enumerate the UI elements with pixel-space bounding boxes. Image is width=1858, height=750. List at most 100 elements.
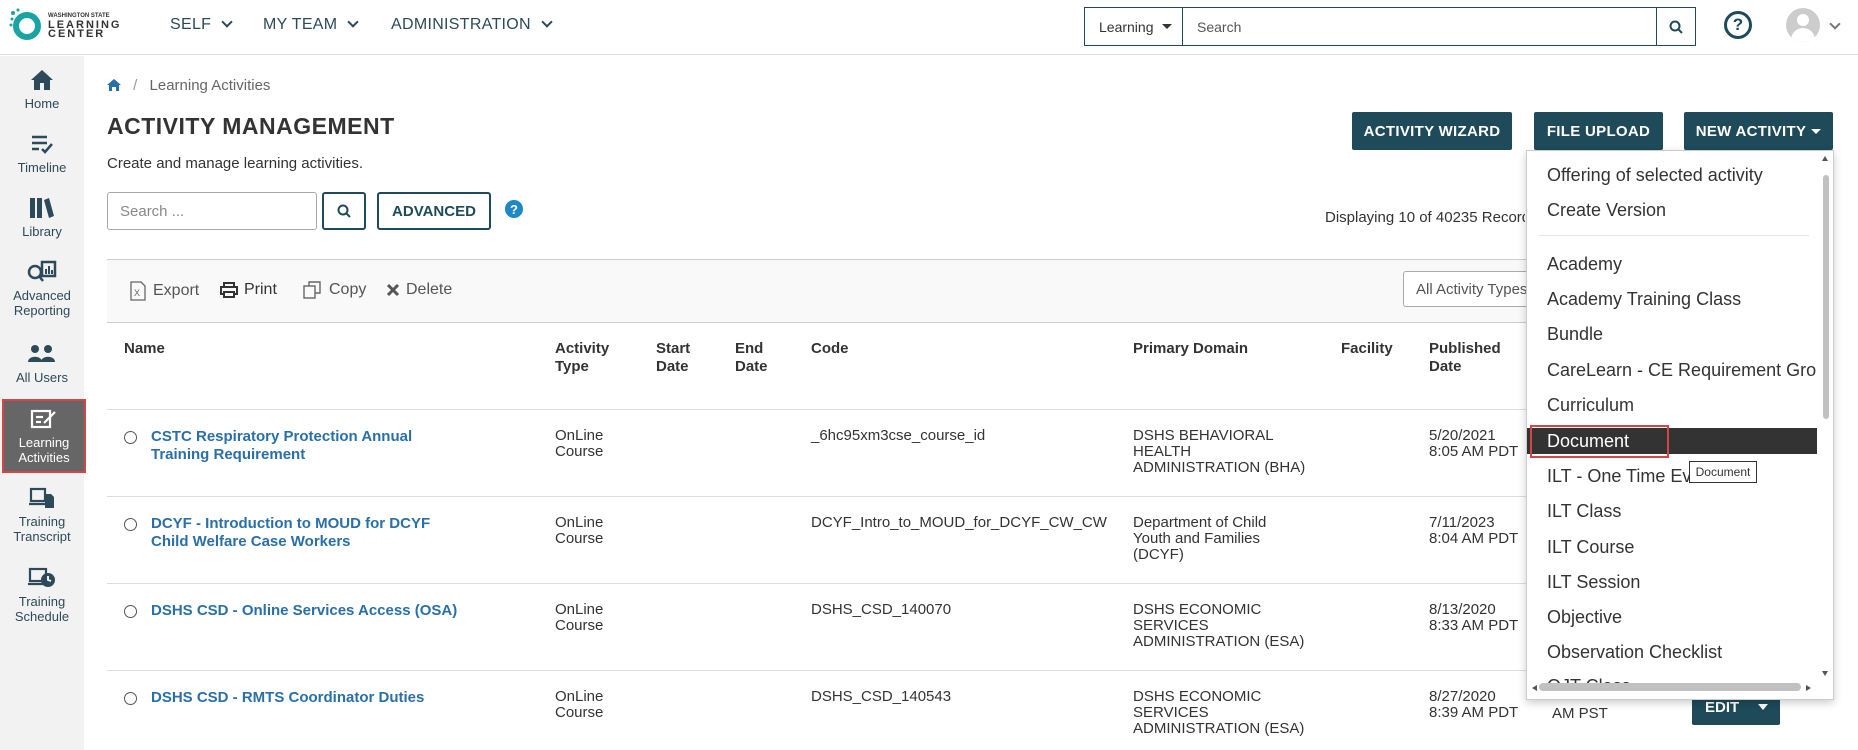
column-header-code[interactable]: Code [811,340,849,358]
global-search-input[interactable]: Search [1183,8,1657,45]
new-activity-button[interactable]: NEW ACTIVITY [1684,112,1833,150]
menu-item-academy-training-class[interactable]: Academy Training Class [1527,286,1817,312]
column-header-facility[interactable]: Facility [1341,340,1393,358]
caret-down-icon [1811,128,1822,134]
menu-item-observation-checklist[interactable]: Observation Checklist [1527,639,1817,665]
file-upload-button[interactable]: FILE UPLOAD [1534,112,1663,150]
activity-name-link[interactable]: DSHS CSD - Online Services Access (OSA) [151,602,471,620]
library-icon [30,198,54,218]
column-header-primary-domain[interactable]: Primary Domain [1133,340,1248,358]
menu-item-offering[interactable]: Offering of selected activity [1527,162,1817,188]
column-header-start-date[interactable]: Start Date [656,340,716,376]
menu-item-create-version[interactable]: Create Version [1527,197,1817,223]
nav-my-team[interactable]: MY TEAM [263,16,360,34]
activity-search-input[interactable]: Search ... [107,192,317,230]
nav-self[interactable]: SELF [170,16,233,34]
sidebar-item-all-users[interactable]: All Users [0,342,84,385]
logo-text: WASHINGTON STATE LEARNING CENTER [48,12,121,40]
horizontal-scrollbar[interactable] [1539,683,1801,691]
column-header-activity-type[interactable]: Activity Type [555,340,635,376]
advanced-search-button[interactable]: ADVANCED [377,192,491,230]
sidebar-item-timeline[interactable]: Timeline [0,132,84,175]
global-search-button[interactable] [1657,8,1695,45]
home-icon[interactable] [107,79,121,91]
search-icon [337,204,351,218]
scroll-down-icon[interactable] [1821,669,1829,677]
row-divider [107,409,1527,410]
menu-item-ilt-class[interactable]: ILT Class [1527,498,1817,524]
row-select-radio[interactable] [124,605,137,618]
scroll-right-icon[interactable] [1804,684,1812,692]
activity-wizard-button[interactable]: ACTIVITY WIZARD [1352,112,1512,150]
row-select-radio[interactable] [124,518,137,531]
sidebar-item-advanced-reporting[interactable]: Advanced Reporting [0,260,84,318]
row-select-radio[interactable] [124,431,137,444]
published-date: 7/11/2023 [1429,514,1495,531]
close-icon [386,283,400,297]
export-button[interactable]: X Export [129,281,199,301]
activity-search-button[interactable] [322,192,366,230]
activity-type-filter[interactable]: All Activity Types [1403,271,1533,307]
print-button[interactable]: Print [220,281,277,299]
scroll-up-icon[interactable] [1821,155,1829,163]
sidebar-item-training-transcript[interactable]: Training Transcript [0,486,84,544]
primary-domain-cell: DSHS ECONOMIC SERVICES ADMINISTRATION (E… [1133,688,1305,737]
logo-icon [9,8,41,40]
delete-label: Delete [406,281,453,298]
menu-item-objective[interactable]: Objective [1527,604,1817,630]
chevron-down-icon[interactable] [1829,18,1841,30]
timeline-icon [32,135,53,154]
grid-toolbar: X Export Print Copy Delete [107,259,1527,323]
help-icon[interactable]: ? [1724,11,1752,39]
nav-my-team-label: MY TEAM [263,16,338,33]
help-icon[interactable]: ? [505,200,523,218]
column-header-name[interactable]: Name [124,340,165,358]
print-icon [220,282,238,298]
menu-item-ilt-course[interactable]: ILT Course [1527,534,1817,560]
activity-name-link[interactable]: DSHS CSD - RMTS Coordinator Duties [151,689,451,707]
menu-item-bundle[interactable]: Bundle [1527,321,1817,347]
sidebar-item-learning-activities[interactable]: Learning Activities [2,399,86,473]
column-header-published-date[interactable]: Published Date [1429,340,1519,376]
vertical-scrollbar[interactable] [1823,175,1829,419]
tooltip: Document [1689,461,1757,483]
search-scope-label: Learning [1099,18,1154,35]
scroll-left-icon[interactable] [1531,684,1539,692]
row-select-radio[interactable] [124,692,137,705]
menu-item-curriculum[interactable]: Curriculum [1527,392,1817,418]
sidebar-item-label: Timeline [17,160,67,175]
menu-item-carelearn[interactable]: CareLearn - CE Requirement Group [1527,357,1817,383]
delete-button[interactable]: Delete [386,281,452,299]
activity-name-link[interactable]: DCYF - Introduction to MOUD for DCYF Chi… [151,515,451,551]
sidebar-item-library[interactable]: Library [0,196,84,239]
menu-item-document[interactable]: Document [1527,425,1817,458]
sidebar-item-label: Home [24,96,60,111]
sidebar-item-home[interactable]: Home [0,68,84,111]
row-divider [107,496,1527,497]
avatar[interactable] [1786,8,1820,42]
published-date-cell: 8/13/2020 8:33 AM PDT [1429,602,1518,634]
search-scope-select[interactable]: Learning [1085,8,1183,45]
breadcrumb-current: Learning Activities [149,77,271,94]
menu-divider [1539,235,1809,236]
copy-button[interactable]: Copy [303,281,366,299]
record-count: Displaying 10 of 40235 Records [1325,209,1525,226]
home-icon [31,70,53,90]
column-header-end-date[interactable]: End Date [735,340,785,376]
highlight-box [1530,425,1669,458]
sidebar-item-training-schedule[interactable]: Training Schedule [0,566,84,624]
code-cell: DSHS_CSD_140070 [811,601,952,618]
logo[interactable]: WASHINGTON STATE LEARNING CENTER [8,6,136,44]
menu-item-ilt-one-time-event[interactable]: ILT - One Time Event [1527,463,1817,489]
global-search: Learning Search [1084,7,1696,46]
nav-administration[interactable]: ADMINISTRATION [391,16,553,34]
sidebar: Home Timeline Library Advanced Reporting… [0,56,86,750]
users-icon [28,345,55,362]
page-subtitle: Create and manage learning activities. [107,155,363,172]
new-activity-label: NEW ACTIVITY [1695,122,1807,140]
menu-item-ilt-session[interactable]: ILT Session [1527,569,1817,595]
menu-item-academy[interactable]: Academy [1527,251,1817,277]
primary-domain-cell: DSHS ECONOMIC SERVICES ADMINISTRATION (E… [1133,601,1305,650]
activity-name-link[interactable]: CSTC Respiratory Protection Annual Train… [151,428,451,464]
svg-text:X: X [134,288,140,298]
